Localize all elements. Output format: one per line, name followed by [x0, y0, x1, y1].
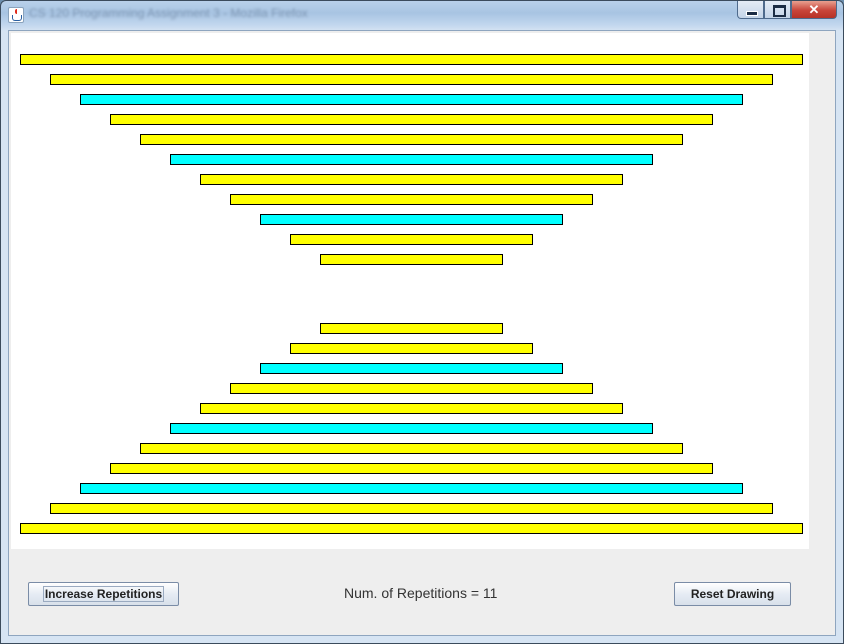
- maximize-button[interactable]: [764, 1, 791, 19]
- bottom-pattern-bar: [170, 423, 653, 434]
- reset-drawing-label: Reset Drawing: [690, 587, 775, 601]
- minimize-icon: [746, 11, 758, 16]
- bottom-pattern-bar: [260, 363, 563, 374]
- top-pattern-bar: [290, 234, 533, 245]
- bottom-pattern-bar: [140, 443, 683, 454]
- app-window: CS 120 Programming Assignment 3 - Mozill…: [0, 0, 844, 644]
- reset-drawing-button[interactable]: Reset Drawing: [674, 582, 791, 606]
- drawing-canvas: [11, 33, 809, 549]
- bottom-pattern-bar: [200, 403, 623, 414]
- bottom-pattern-bar: [50, 503, 773, 514]
- top-pattern-bar: [80, 94, 743, 105]
- title-bar[interactable]: CS 120 Programming Assignment 3 - Mozill…: [1, 1, 843, 29]
- increase-repetitions-button[interactable]: Increase Repetitions: [28, 582, 179, 606]
- focus-ring: [43, 586, 164, 602]
- top-pattern-bar: [170, 154, 653, 165]
- top-pattern-bar: [260, 214, 563, 225]
- top-pattern-bar: [320, 254, 503, 265]
- top-pattern-bar: [200, 174, 623, 185]
- bottom-pattern-bar: [320, 323, 503, 334]
- bottom-pattern-bar: [230, 383, 593, 394]
- close-icon: ✕: [808, 2, 820, 17]
- top-pattern-bar: [20, 54, 803, 65]
- control-panel: Increase Repetitions Num. of Repetitions…: [9, 549, 835, 635]
- window-title: CS 120 Programming Assignment 3 - Mozill…: [29, 6, 308, 20]
- bottom-pattern-bar: [20, 523, 803, 534]
- top-pattern-bar: [140, 134, 683, 145]
- java-app-icon[interactable]: [8, 7, 24, 23]
- bottom-pattern-bar: [110, 463, 713, 474]
- close-button[interactable]: ✕: [791, 1, 837, 19]
- repetitions-count-label: Num. of Repetitions = 11: [344, 585, 498, 601]
- content-pane: Increase Repetitions Num. of Repetitions…: [8, 30, 836, 636]
- top-pattern-bar: [230, 194, 593, 205]
- maximize-icon: [773, 5, 786, 17]
- top-pattern-bar: [110, 114, 713, 125]
- minimize-button[interactable]: [737, 1, 764, 19]
- bottom-pattern-bar: [290, 343, 533, 354]
- bottom-pattern-bar: [80, 483, 743, 494]
- top-pattern-bar: [50, 74, 773, 85]
- window-controls: ✕: [737, 1, 837, 19]
